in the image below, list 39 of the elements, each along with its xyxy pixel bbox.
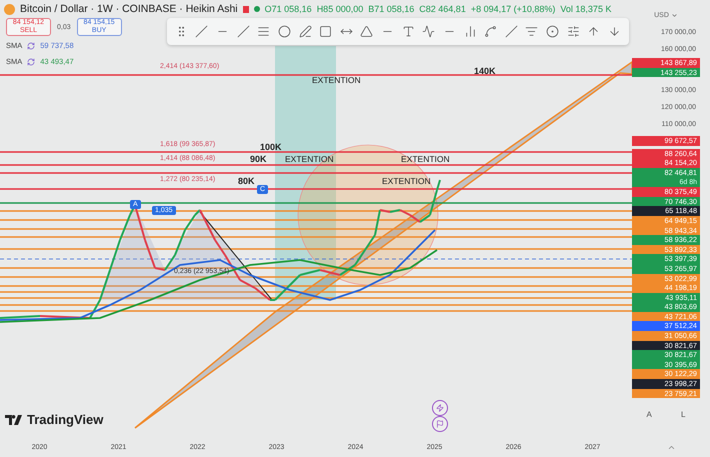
target-label: 140K bbox=[474, 66, 496, 76]
ohlc-value: H85 000,00 bbox=[316, 4, 364, 14]
scale-button[interactable]: L bbox=[680, 410, 686, 420]
ohlc-value: C82 464,81 bbox=[419, 4, 466, 14]
line-icon[interactable] bbox=[236, 25, 250, 38]
extension-label: EXTENTION bbox=[285, 154, 334, 164]
target-icon[interactable] bbox=[546, 25, 560, 38]
refresh-icon[interactable] bbox=[27, 42, 36, 50]
extension-label: EXTENTION bbox=[382, 176, 431, 186]
sliders-icon[interactable] bbox=[566, 25, 580, 38]
rectangle-icon[interactable] bbox=[319, 25, 332, 38]
extension-label: EXTENTION bbox=[312, 75, 361, 85]
ellipse-icon[interactable] bbox=[278, 25, 291, 38]
zigzag-icon[interactable] bbox=[422, 25, 436, 38]
curve-icon[interactable] bbox=[484, 25, 498, 38]
extension-label: EXTENTION bbox=[401, 154, 450, 164]
logo-text: TradingView bbox=[27, 412, 104, 427]
list-icon[interactable] bbox=[525, 25, 538, 38]
refresh-icon[interactable] bbox=[27, 58, 36, 66]
lightning-icon[interactable] bbox=[432, 400, 448, 416]
scale-button[interactable]: A bbox=[646, 410, 652, 420]
chevron-down-icon bbox=[670, 12, 678, 18]
arrow-down-icon[interactable] bbox=[608, 25, 621, 38]
volume-value: Vol 18,375 K bbox=[560, 4, 612, 14]
symbol-title: Bitcoin / Dollar · 1W · COINBASE · Heikin Ashi bbox=[20, 3, 238, 15]
triangle-icon[interactable] bbox=[360, 25, 374, 38]
ohlc-value: B71 058,16 bbox=[368, 4, 414, 14]
trend-line-icon[interactable] bbox=[195, 25, 208, 38]
pen-icon[interactable] bbox=[298, 25, 312, 38]
ohlc-value: O71 058,16 bbox=[264, 4, 312, 14]
bars-icon[interactable] bbox=[464, 25, 477, 38]
arrow-up-icon[interactable] bbox=[587, 25, 600, 38]
target-label: 80K bbox=[238, 176, 255, 186]
change-value: +8 094,17 (+10,88%) bbox=[470, 4, 556, 14]
target-label: 100K bbox=[260, 142, 282, 152]
parallel-lines-icon[interactable] bbox=[257, 25, 270, 38]
target-label: 90K bbox=[250, 154, 267, 164]
text-icon[interactable] bbox=[402, 25, 415, 38]
logo-icon bbox=[5, 414, 23, 424]
